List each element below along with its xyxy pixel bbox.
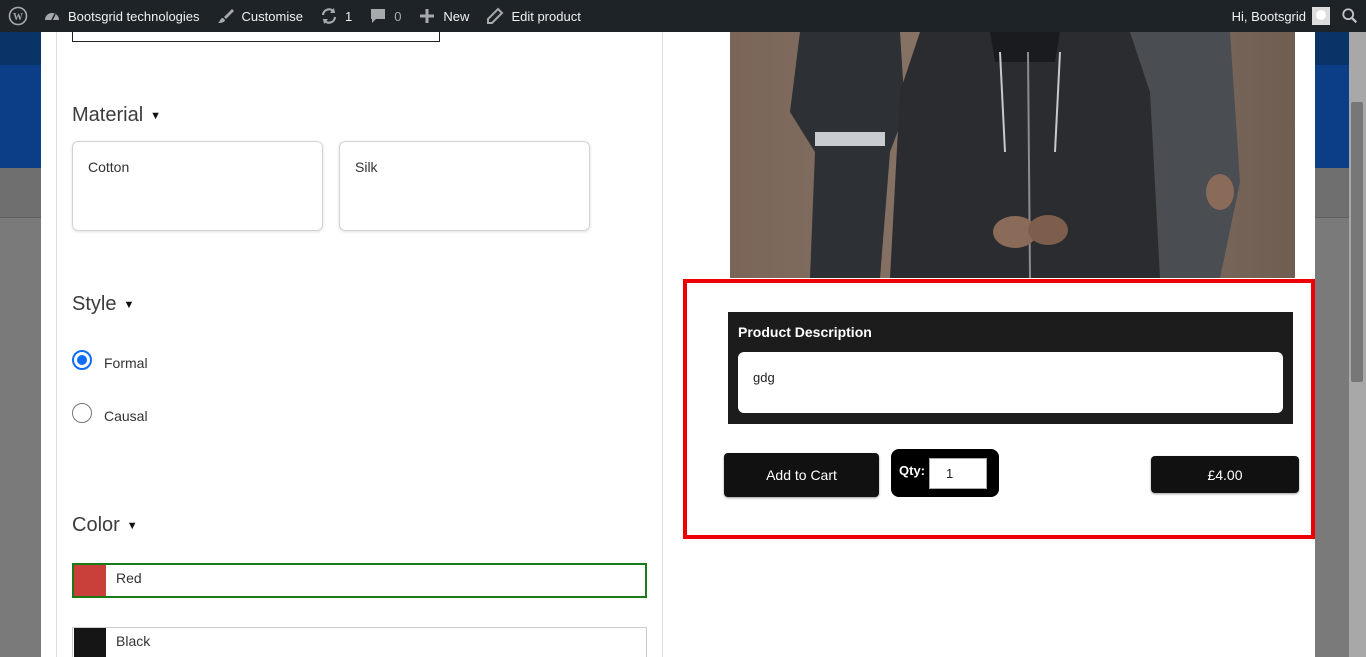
radio-button-checked[interactable] xyxy=(72,350,92,370)
color-option-label: Black xyxy=(116,633,151,649)
updates-item[interactable]: 1 xyxy=(311,0,360,32)
admin-search-button[interactable] xyxy=(1334,0,1366,32)
add-to-cart-button[interactable]: Add to Cart xyxy=(724,453,879,497)
customise-label: Customise xyxy=(241,8,303,24)
product-image xyxy=(730,32,1295,278)
previous-input-box xyxy=(72,31,440,42)
new-label: New xyxy=(443,8,470,24)
brush-icon xyxy=(216,6,236,26)
material-option-label: Silk xyxy=(355,159,378,175)
edit-product-label: Edit product xyxy=(511,8,581,24)
greeting-label: Hi, Bootsgrid xyxy=(1231,8,1306,24)
material-option-label: Cotton xyxy=(88,159,130,175)
description-text: gdg xyxy=(738,352,1283,413)
style-option-causal[interactable]: Causal xyxy=(72,402,148,424)
scrollbar-thumb[interactable] xyxy=(1351,102,1363,382)
avatar xyxy=(1312,7,1330,25)
quantity-input[interactable]: 1 xyxy=(929,457,987,489)
color-option-red[interactable]: Red xyxy=(72,563,647,598)
caret-down-icon: ▼ xyxy=(150,109,162,122)
color-swatch-black xyxy=(74,628,106,657)
filter-column: Material ▼ Cotton Silk Style ▼ Formal Ca… xyxy=(56,31,663,657)
svg-text:W: W xyxy=(13,12,23,23)
style-option-label: Causal xyxy=(104,408,148,424)
updates-count: 1 xyxy=(344,8,353,24)
style-option-label: Formal xyxy=(104,355,148,371)
material-heading[interactable]: Material ▼ xyxy=(72,104,161,127)
material-option-silk[interactable]: Silk xyxy=(339,141,590,231)
product-modal: Material ▼ Cotton Silk Style ▼ Formal Ca… xyxy=(41,31,1315,657)
customise-item[interactable]: Customise xyxy=(208,0,311,32)
qty-label: Qty: xyxy=(899,462,925,478)
comments-item[interactable]: 0 xyxy=(360,0,409,32)
new-item[interactable]: New xyxy=(409,0,477,32)
wordpress-icon: W xyxy=(8,6,28,26)
color-heading[interactable]: Color ▼ xyxy=(72,514,138,537)
color-option-black[interactable]: Black xyxy=(72,627,647,657)
caret-down-icon: ▼ xyxy=(126,519,138,532)
admin-bar: W Bootsgrid technologies Customise 1 0 N… xyxy=(0,0,1366,32)
color-swatch-red xyxy=(74,565,106,596)
price-badge: £4.00 xyxy=(1151,456,1299,493)
color-title: Color xyxy=(72,514,120,536)
color-option-label: Red xyxy=(116,570,142,586)
comments-count: 0 xyxy=(394,8,402,24)
wordpress-logo-item[interactable]: W xyxy=(0,0,34,32)
site-name-item[interactable]: Bootsgrid technologies xyxy=(34,0,208,32)
quantity-control: Qty: 1 xyxy=(891,449,999,497)
dashboard-icon xyxy=(42,6,62,26)
edit-product-item[interactable]: Edit product xyxy=(477,0,588,32)
material-option-cotton[interactable]: Cotton xyxy=(72,141,323,231)
caret-down-icon: ▼ xyxy=(123,298,135,311)
pencil-icon xyxy=(485,6,505,26)
material-title: Material xyxy=(72,104,144,126)
page-scrollbar[interactable] xyxy=(1349,32,1366,657)
site-name-label: Bootsgrid technologies xyxy=(68,8,200,24)
comment-icon xyxy=(368,6,388,26)
product-description-box: Product Description gdg xyxy=(728,312,1293,424)
search-icon xyxy=(1341,7,1359,25)
style-title: Style xyxy=(72,293,117,315)
account-item[interactable]: Hi, Bootsgrid xyxy=(1224,0,1334,32)
updates-icon xyxy=(319,6,339,26)
style-heading[interactable]: Style ▼ xyxy=(72,293,134,316)
plus-icon xyxy=(417,6,437,26)
style-option-formal[interactable]: Formal xyxy=(72,349,148,371)
radio-button[interactable] xyxy=(72,403,92,423)
description-title: Product Description xyxy=(738,324,872,340)
